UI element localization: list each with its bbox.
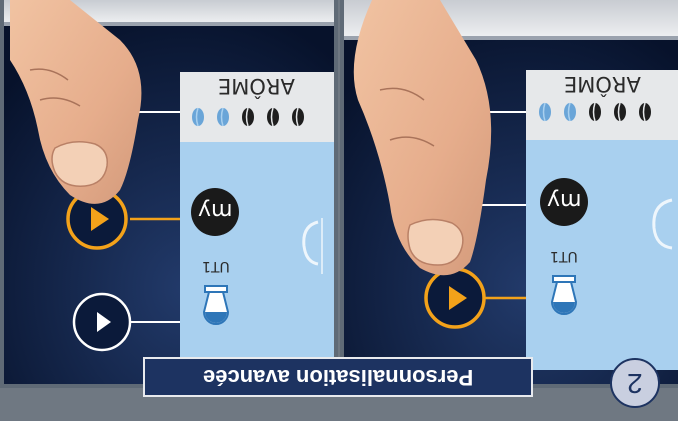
coffee-bean-icon: [539, 102, 551, 122]
panel-left: [0, 0, 338, 388]
play-button-bottom-selected[interactable]: [424, 267, 486, 329]
instruction-illustration: ARÔME ARÔME my my UT1 UT1 Personnalisati…: [0, 0, 678, 416]
utility-cup-icon: [550, 275, 578, 315]
coffee-bean-icon: [292, 107, 304, 127]
my-label-left: my: [197, 198, 233, 223]
utility-cup-icon: [202, 285, 230, 325]
caption-text: Personnalisation avancée: [202, 365, 474, 390]
step-badge: 2: [610, 358, 660, 408]
coffee-bean-icon: [639, 102, 651, 122]
ut1-label-right: UT1: [550, 248, 578, 264]
play-button-bottom[interactable]: [72, 292, 132, 352]
coffee-bean-icon: [267, 107, 279, 127]
coffee-bean-icon: [614, 102, 626, 122]
coffee-bean-icon: [589, 102, 601, 122]
ut1-label-left: UT1: [202, 258, 230, 274]
aroma-label-left: ARÔME: [217, 74, 295, 98]
caption-banner: Personnalisation avancée: [143, 357, 533, 397]
coffee-bean-icon: [564, 102, 576, 122]
step-number: 2: [627, 368, 643, 399]
aroma-label-right: ARÔME: [563, 72, 641, 96]
coffee-bean-icon: [192, 107, 204, 127]
coffee-bean-icon: [242, 107, 254, 127]
my-label-right: my: [546, 188, 582, 213]
coffee-bean-icon: [217, 107, 229, 127]
panel-right: [340, 0, 678, 388]
